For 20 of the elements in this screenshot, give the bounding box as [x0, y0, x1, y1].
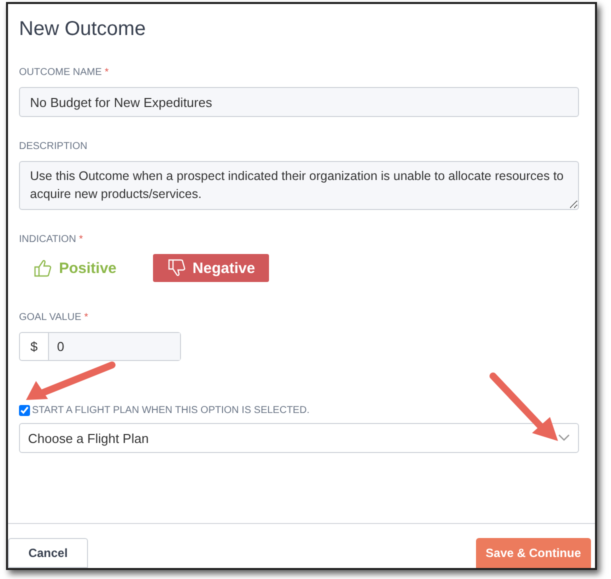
- description-field[interactable]: Use this Outcome when a prospect indicated their organization is unable to allocate resources to acquire new products/services.: [19, 161, 579, 210]
- chevron-down-icon: [558, 434, 570, 442]
- field-label: DESCRIPTION: [19, 141, 88, 152]
- required-mark: *: [79, 234, 83, 245]
- field-label: INDICATION: [19, 234, 76, 245]
- required-mark: *: [84, 312, 88, 323]
- negative-button[interactable]: Negative: [152, 254, 270, 282]
- goal-value-field[interactable]: $ 0: [19, 332, 181, 361]
- thumbs-down-icon: [166, 258, 187, 278]
- field-label: GOAL VALUE: [19, 312, 82, 323]
- flight-plan-select[interactable]: Choose a Flight Plan: [19, 423, 579, 453]
- cancel-button[interactable]: Cancel: [8, 538, 88, 568]
- field-label: OUTCOME NAME: [19, 67, 102, 78]
- required-mark: *: [104, 67, 109, 78]
- annotation-arrow: [490, 373, 560, 443]
- flight-plan-checkbox[interactable]: [19, 405, 30, 416]
- outcome-name-field[interactable]: No Budget for New Expeditures: [19, 87, 579, 117]
- dialog-title: New Outcome: [19, 18, 147, 41]
- checkbox-label: START A FLIGHT PLAN WHEN THIS OPTION IS SELECTED.: [32, 405, 310, 416]
- thumbs-up-icon: [33, 258, 53, 278]
